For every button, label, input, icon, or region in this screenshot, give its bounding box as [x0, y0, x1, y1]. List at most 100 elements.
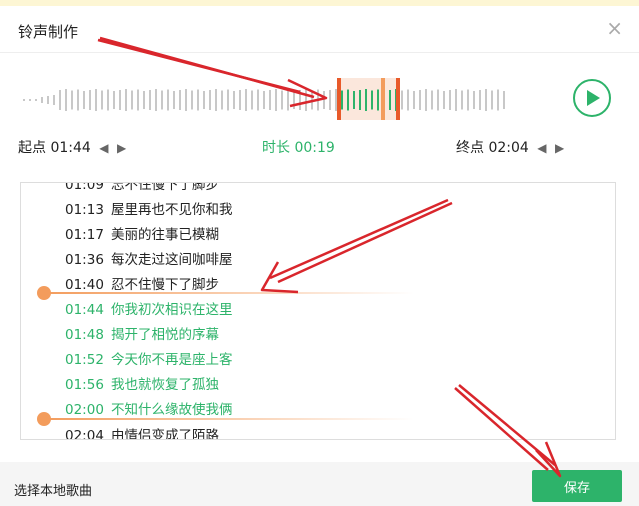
waveform-bar [125, 89, 127, 111]
save-button[interactable]: 保存 [532, 470, 622, 502]
waveform-bar [461, 90, 463, 110]
waveform-bar [215, 89, 217, 111]
end-handle[interactable] [396, 78, 400, 120]
waveform-bar [443, 91, 445, 109]
duration-value: 00:19 [294, 140, 335, 156]
waveform-bar [473, 91, 475, 109]
play-button[interactable] [573, 79, 611, 117]
waveform-bar [353, 91, 355, 109]
waveform-bar [257, 89, 259, 111]
lyric-row[interactable]: 01:13 屋里再也不见你和我 [65, 198, 233, 218]
waveform-bar [71, 90, 73, 110]
waveform-bar [329, 90, 331, 110]
waveform-bar [275, 89, 277, 111]
waveform-bar [311, 90, 313, 110]
waveform-bar [497, 89, 499, 111]
waveform-bar [449, 90, 451, 110]
waveform-bar [233, 91, 235, 109]
lyric-row[interactable]: 01:44 你我初次相识在这里 [65, 298, 233, 318]
end-label: 终点 [456, 140, 484, 156]
waveform-bar [41, 97, 43, 103]
choose-local-song-link[interactable]: 选择本地歌曲 [14, 480, 92, 499]
duration: 时长 00:19 [262, 137, 335, 157]
start-increase-icon[interactable]: ▶ [117, 141, 126, 155]
lyric-row[interactable]: 01:48 揭开了相悦的序幕 [65, 323, 219, 343]
waveform-bar [197, 89, 199, 111]
lyric-row[interactable]: 02:04 由情侣变成了陌路 [65, 424, 219, 439]
waveform-bar [167, 89, 169, 111]
waveform-bar [143, 91, 145, 109]
waveform-bar [437, 89, 439, 111]
waveform-bar [503, 91, 505, 109]
waveform-bar [23, 99, 25, 101]
end-increase-icon[interactable]: ▶ [555, 141, 564, 155]
waveform-bar [113, 91, 115, 109]
lyric-row[interactable]: 01:40 忍不住慢下了脚步 [65, 273, 219, 293]
waveform-bar [89, 90, 91, 110]
waveform-bar [155, 89, 157, 111]
waveform[interactable] [0, 70, 639, 130]
waveform-bar [479, 90, 481, 110]
waveform-bar [239, 90, 241, 110]
waveform-bar [401, 90, 403, 110]
waveform-bar [251, 90, 253, 110]
end-lyric-marker-icon[interactable] [37, 412, 51, 426]
end-point: 终点 02:04 ◀ ▶ [456, 137, 564, 157]
start-time: 01:44 [50, 140, 91, 156]
waveform-bar [491, 90, 493, 110]
waveform-bar [365, 89, 367, 111]
lyric-row[interactable]: 01:56 我也就恢复了孤独 [65, 373, 219, 393]
waveform-bar [323, 91, 325, 109]
waveform-bar [485, 89, 487, 111]
waveform-bar [287, 89, 289, 111]
start-point: 起点 01:44 ◀ ▶ [18, 137, 126, 157]
waveform-bar [65, 89, 67, 111]
waveform-bar [455, 89, 457, 111]
waveform-bar [263, 91, 265, 109]
waveform-bar [227, 89, 229, 111]
waveform-bar [149, 90, 151, 110]
lyric-row[interactable]: 01:17 美丽的往事已模糊 [65, 223, 219, 243]
start-handle[interactable] [337, 78, 341, 120]
waveform-bar [371, 90, 373, 110]
dialog-footer: 选择本地歌曲 保存 [0, 462, 639, 506]
close-icon[interactable]: × [606, 18, 623, 38]
waveform-bar [407, 89, 409, 111]
start-lyric-marker-icon[interactable] [37, 286, 51, 300]
waveform-bar [317, 89, 319, 111]
dialog-title: 铃声制作 [18, 23, 79, 41]
waveform-bar [269, 90, 271, 110]
waveform-bar [209, 90, 211, 110]
waveform-bar [347, 89, 349, 111]
waveform-bar [185, 89, 187, 111]
waveform-bar [389, 90, 391, 110]
playhead[interactable] [381, 78, 385, 120]
duration-label: 时长 [262, 140, 290, 156]
waveform-bar [299, 90, 301, 110]
waveform-bar [467, 89, 469, 111]
waveform-bar [77, 89, 79, 111]
waveform-bar [221, 90, 223, 110]
waveform-bar [59, 90, 61, 110]
end-time: 02:04 [488, 140, 529, 156]
waveform-bar [281, 90, 283, 110]
waveform-bar [293, 91, 295, 109]
play-icon [587, 90, 600, 106]
lyric-row[interactable]: 01:52 今天你不再是座上客 [65, 348, 233, 368]
waveform-bar [341, 90, 343, 110]
lyric-row[interactable]: 02:00 不知什么缘故使我俩 [65, 398, 233, 418]
end-decrease-icon[interactable]: ◀ [537, 141, 546, 155]
waveform-bar [203, 91, 205, 109]
start-decrease-icon[interactable]: ◀ [99, 141, 108, 155]
waveform-bar [191, 90, 193, 110]
start-label: 起点 [18, 140, 46, 156]
waveform-bar [29, 99, 31, 101]
waveform-bar [53, 95, 55, 105]
waveform-bar [413, 91, 415, 109]
lyric-row[interactable]: 01:36 每次走过这间咖啡屋 [65, 248, 233, 268]
lyrics-panel[interactable]: 01:09 忘不住慢下了脚步 01:13 屋里再也不见你和我 01:17 美丽的往事已… [20, 182, 616, 440]
waveform-bar [131, 90, 133, 110]
start-lyric-marker-line [44, 292, 414, 294]
waveform-bar [161, 90, 163, 110]
waveform-bar [377, 89, 379, 111]
